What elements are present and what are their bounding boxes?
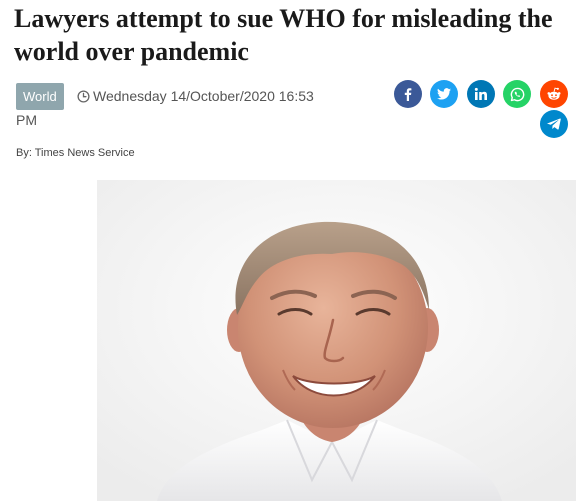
clock-icon xyxy=(77,89,90,107)
reddit-icon xyxy=(547,87,561,100)
whatsapp-icon xyxy=(510,87,524,101)
twitter-share-button[interactable] xyxy=(430,80,458,108)
telegram-share-button[interactable] xyxy=(540,110,568,138)
publish-date: Wednesday 14/October/2020 16:53 xyxy=(77,87,314,107)
twitter-icon xyxy=(437,88,451,100)
telegram-icon xyxy=(547,118,561,130)
reddit-share-button[interactable] xyxy=(540,80,568,108)
facebook-share-button[interactable] xyxy=(394,80,422,108)
linkedin-icon xyxy=(474,87,487,100)
article-headline: Lawyers attempt to sue WHO for misleadin… xyxy=(14,4,553,66)
portrait-photo xyxy=(97,180,576,501)
linkedin-share-button[interactable] xyxy=(467,80,495,108)
article-photo xyxy=(97,180,576,501)
facebook-icon xyxy=(404,88,412,101)
byline: By: Times News Service xyxy=(16,147,135,159)
whatsapp-share-button[interactable] xyxy=(503,80,531,108)
publish-date-text: Wednesday 14/October/2020 16:53 xyxy=(93,88,314,104)
article-page: Lawyers attempt to sue WHO for misleadin… xyxy=(0,0,576,501)
publish-time-suffix: PM xyxy=(16,112,37,128)
category-badge[interactable]: World xyxy=(16,83,64,110)
